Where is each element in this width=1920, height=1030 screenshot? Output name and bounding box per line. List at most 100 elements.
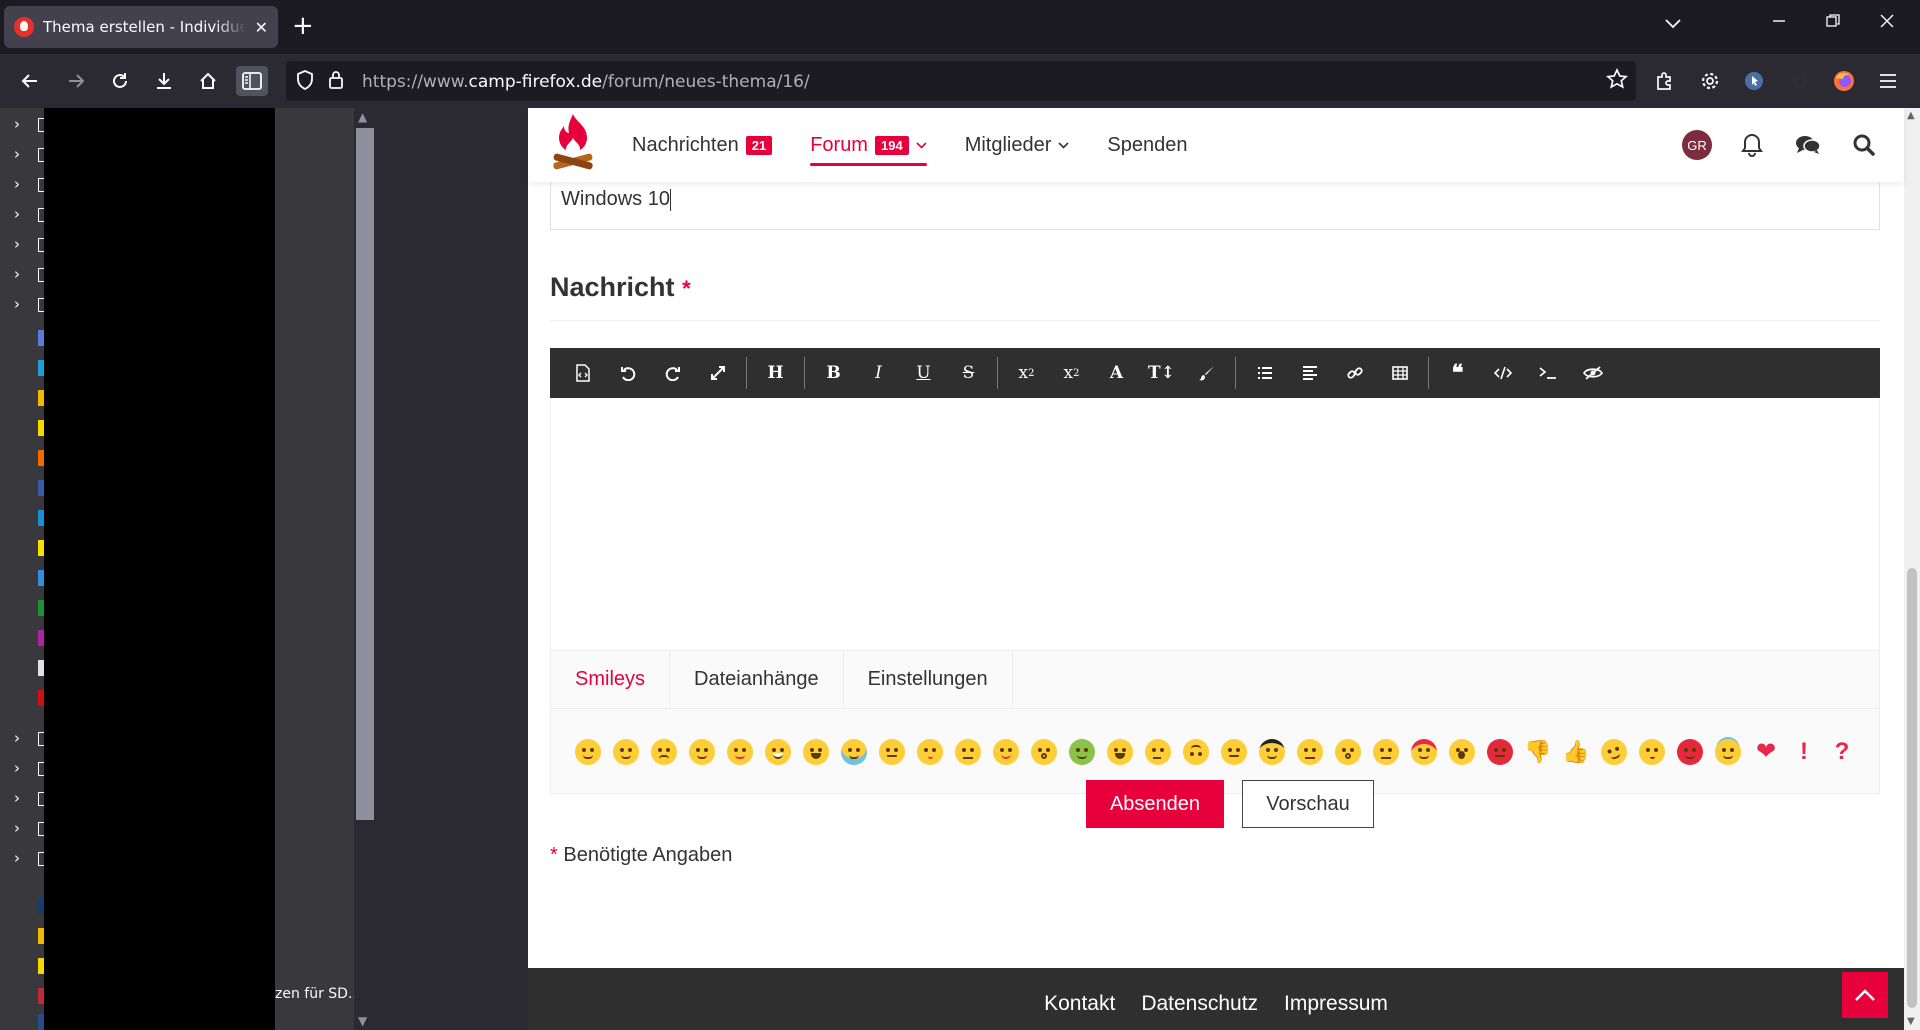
tree-folder[interactable]: › [0, 110, 44, 140]
whistle-smiley-icon[interactable] [1637, 737, 1667, 767]
paint-brush-icon[interactable] [1184, 348, 1229, 398]
chevron-right-icon[interactable]: › [14, 789, 20, 807]
undo-icon[interactable] [605, 348, 650, 398]
avatar[interactable]: GR [1682, 130, 1712, 160]
chevron-right-icon[interactable]: › [14, 265, 20, 283]
tree-folder[interactable]: › [0, 170, 44, 200]
heading-icon[interactable]: H [753, 348, 798, 398]
tree-folder[interactable]: › [0, 754, 44, 784]
code-icon[interactable] [1480, 348, 1525, 398]
fullscreen-icon[interactable] [695, 348, 740, 398]
tree-folder[interactable]: › [0, 140, 44, 170]
upside-down-smiley-icon[interactable] [1181, 737, 1211, 767]
footer-link-imprint[interactable]: Impressum [1284, 992, 1388, 1030]
redo-icon[interactable] [650, 348, 695, 398]
conversations-icon[interactable] [1792, 129, 1824, 161]
heart-eyes-smiley-icon[interactable] [1409, 737, 1439, 767]
chevron-right-icon[interactable]: › [14, 729, 20, 747]
reload-icon[interactable] [104, 66, 136, 96]
bookmark-label[interactable]: zen für SD... [275, 986, 361, 1002]
close-tab-icon[interactable]: ✕ [255, 18, 268, 37]
underline-icon[interactable]: U [901, 348, 946, 398]
bold-icon[interactable]: B [811, 348, 856, 398]
dizzy-smiley-icon[interactable] [1597, 735, 1631, 769]
surprised-smiley-icon[interactable] [1333, 737, 1363, 767]
back-icon[interactable] [14, 66, 46, 96]
astonished-smiley-icon[interactable] [1447, 737, 1477, 767]
align-icon[interactable] [1287, 348, 1332, 398]
unamused-smiley-icon[interactable] [1219, 737, 1249, 767]
question-icon[interactable]: ? [1827, 737, 1857, 767]
crying-smiley-icon[interactable] [839, 737, 869, 767]
forward-icon[interactable] [60, 66, 92, 96]
cool-smiley-icon[interactable] [1257, 737, 1287, 767]
spoiler-icon[interactable] [1570, 348, 1615, 398]
menu-item-donate[interactable]: Spenden [1107, 108, 1187, 182]
scroll-to-top-button[interactable] [1842, 972, 1888, 1018]
tree-folder[interactable]: › [0, 844, 44, 874]
devil-smiley-icon[interactable] [1675, 737, 1705, 767]
chevron-right-icon[interactable]: › [14, 235, 20, 253]
chevron-right-icon[interactable]: › [14, 145, 20, 163]
laugh-smiley-icon[interactable] [801, 737, 831, 767]
scroll-down-icon[interactable]: ▼ [1907, 1016, 1915, 1027]
inline-code-icon[interactable] [1525, 348, 1570, 398]
campfire-logo-icon[interactable] [550, 112, 596, 174]
tree-folder[interactable]: › [0, 290, 44, 320]
kiss-smiley-icon[interactable] [915, 737, 945, 767]
chevron-right-icon[interactable]: › [14, 819, 20, 837]
settings-gear-icon[interactable] [1694, 66, 1726, 96]
quote-icon[interactable]: ❝ [1435, 348, 1480, 398]
heart-icon[interactable]: ❤ [1751, 737, 1781, 767]
tree-folder[interactable]: › [0, 784, 44, 814]
bell-icon[interactable] [1736, 129, 1768, 161]
search-icon[interactable] [1848, 129, 1880, 161]
scrollbar-thumb[interactable] [356, 128, 374, 820]
shocked-smiley-icon[interactable] [1029, 737, 1059, 767]
menu-item-messages[interactable]: Nachrichten 21 [632, 108, 773, 182]
downloads-icon[interactable] [148, 66, 180, 96]
squint-smiley-icon[interactable] [573, 737, 603, 767]
tree-folder[interactable]: › [0, 260, 44, 290]
sidebar-scrollbar[interactable]: ▲ ▼ [354, 108, 376, 1030]
italic-icon[interactable]: I [856, 348, 901, 398]
table-icon[interactable] [1377, 348, 1422, 398]
sidebar-toggle-icon[interactable] [236, 66, 268, 96]
menu-item-members[interactable]: Mitglieder [965, 108, 1070, 182]
tab-smileys[interactable]: Smileys [551, 651, 671, 708]
wink-smiley-icon[interactable] [687, 737, 717, 767]
tab-settings[interactable]: Einstellungen [844, 651, 1013, 708]
footer-link-privacy[interactable]: Datenschutz [1141, 992, 1258, 1030]
menu-item-forum[interactable]: Forum 194 [810, 108, 927, 182]
list-icon[interactable] [1242, 348, 1287, 398]
superscript-icon[interactable]: x2 [1049, 348, 1094, 398]
pointer-extension-icon[interactable] [1738, 66, 1770, 96]
firefox-account-icon[interactable] [1828, 66, 1860, 96]
chevron-right-icon[interactable]: › [14, 759, 20, 777]
tree-folder[interactable]: › [0, 230, 44, 260]
url-text[interactable]: https://www.camp-firefox.de/forum/neues-… [362, 72, 810, 92]
angry-smiley-icon[interactable] [877, 737, 907, 767]
scroll-up-icon[interactable]: ▲ [1907, 110, 1915, 121]
font-size-icon[interactable]: T↕ [1139, 348, 1184, 398]
footer-link-contact[interactable]: Kontakt [1044, 992, 1115, 1030]
link-icon[interactable] [1332, 348, 1377, 398]
sick-smiley-icon[interactable] [1067, 737, 1097, 767]
app-menu-icon[interactable] [1872, 66, 1904, 96]
disabled-extension-icon[interactable] [1784, 66, 1816, 96]
submit-button[interactable]: Absenden [1086, 780, 1224, 828]
sad-smiley-icon[interactable] [649, 737, 679, 767]
extensions-icon[interactable] [1648, 66, 1680, 96]
tree-folder[interactable]: › [0, 814, 44, 844]
preview-button[interactable]: Vorschau [1242, 780, 1374, 828]
thumbs-up-icon[interactable]: 👍 [1561, 737, 1591, 767]
tongue-out-smiley-icon[interactable] [991, 737, 1021, 767]
home-icon[interactable] [192, 66, 224, 96]
chevron-right-icon[interactable]: › [14, 295, 20, 313]
subject-field[interactable]: Windows 10 [550, 182, 1880, 230]
lock-icon[interactable] [328, 70, 344, 94]
tree-folder[interactable]: › [0, 200, 44, 230]
font-color-icon[interactable]: A [1094, 348, 1139, 398]
url-bar[interactable]: https://www.camp-firefox.de/forum/neues-… [286, 61, 1636, 101]
list-all-tabs-icon[interactable] [1665, 14, 1681, 33]
